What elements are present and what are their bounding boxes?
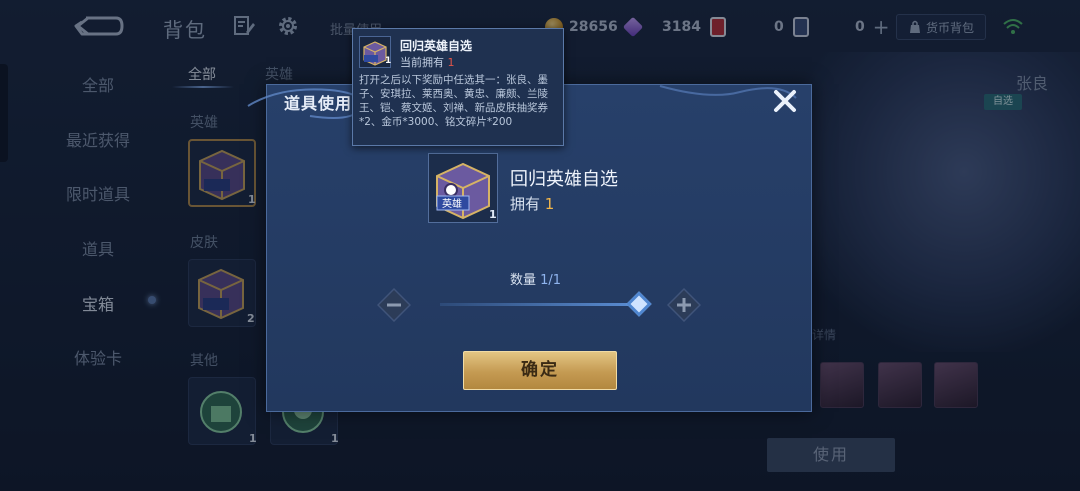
owned-label: 拥有: [510, 195, 541, 213]
tooltip-description: 打开之后以下奖励中任选其一：张良、墨子、安琪拉、莱西奥、黄忠、廉颇、兰陵王、铠、…: [359, 74, 548, 128]
tooltip-owned-count: 1: [447, 56, 455, 69]
increase-quantity-button[interactable]: [667, 288, 701, 322]
owned-row: 拥有 1: [510, 193, 554, 214]
dialog-title: 道具使用: [284, 94, 353, 113]
quantity-label: 数量: [510, 273, 537, 288]
quantity-row: 数量 1/1: [510, 269, 561, 288]
close-icon[interactable]: [770, 86, 800, 116]
confirm-button[interactable]: 确定: [463, 351, 617, 390]
owned-count: 1: [544, 195, 555, 213]
item-name: 回归英雄自选: [510, 169, 618, 190]
item-icon-tag: 英雄: [442, 197, 462, 210]
tooltip-owned-row: 当前拥有 1: [400, 54, 455, 70]
hero-chest-icon: 英雄: [436, 162, 490, 220]
item-icon-count: 1: [489, 208, 497, 221]
tooltip-item-icon: 1: [359, 36, 391, 68]
tooltip-title: 回归英雄自选: [400, 39, 473, 53]
quantity-slider-track[interactable]: [440, 303, 644, 306]
item-icon: 英雄 1: [428, 153, 498, 223]
quantity-value: 1/1: [540, 273, 562, 288]
decrease-quantity-button[interactable]: [377, 288, 411, 322]
tooltip-owned-label: 当前拥有: [400, 56, 444, 69]
tooltip-icon-count: 1: [385, 56, 392, 66]
